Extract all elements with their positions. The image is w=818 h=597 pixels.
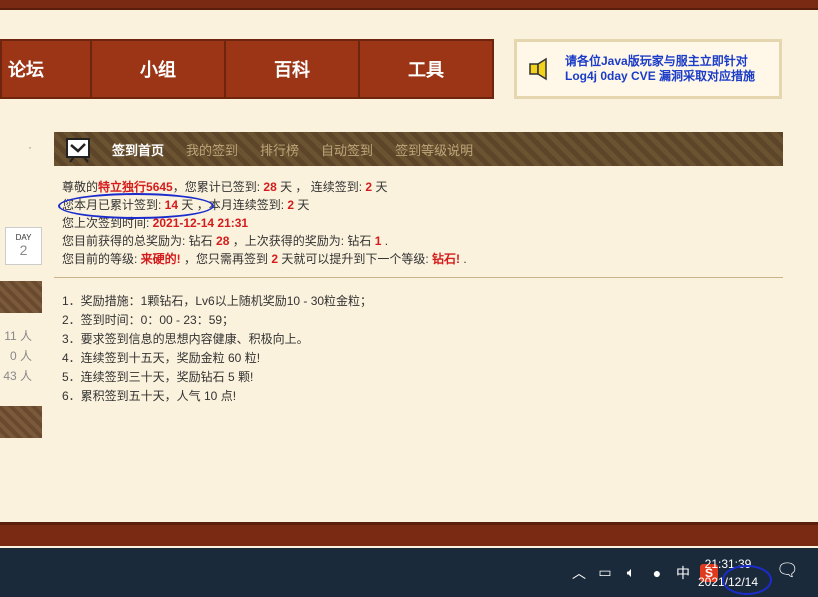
online-stat: 43 人: [3, 369, 32, 383]
rule-item: 5．连续签到三十天，奖励钻石 5 颗!: [62, 370, 254, 384]
rules-list: 1．奖励措施：1颗钻石，Lv6以上随机奖励10 - 30粒金粒； 2．签到时间：…: [54, 278, 783, 406]
ime-indicator[interactable]: 中: [674, 563, 692, 583]
info-line-reward: 您目前获得的总奖励为: 钻石 28 ，上次获得的奖励为: 钻石 1 .: [62, 234, 389, 248]
announcement-text[interactable]: 请各位Java版玩家与服主立即针对Log4j 0day CVE 漏洞采取对应措施: [565, 54, 779, 84]
annotation-circle: [722, 565, 772, 595]
signin-panel: 签到首页 我的签到 排行榜 自动签到 签到等级说明 尊敬的特立独行5645，您累…: [54, 132, 783, 406]
sidebar-texture: [0, 281, 42, 313]
signin-logo-icon: [66, 138, 90, 163]
network-icon[interactable]: ▭: [596, 564, 614, 581]
chevron-up-icon[interactable]: ︿: [570, 563, 588, 583]
qq-icon[interactable]: ●: [648, 565, 666, 581]
online-stat: 0 人: [9, 349, 32, 363]
nav-item-group[interactable]: 小组: [92, 41, 226, 97]
day-badge: DAY 2: [5, 227, 42, 265]
sidebar-texture: [0, 406, 42, 438]
notification-icon[interactable]: 🗨︎: [776, 560, 799, 581]
volume-icon[interactable]: 🔈︎: [622, 564, 640, 581]
day-value: 2: [19, 242, 28, 258]
day-label: DAY: [15, 233, 32, 242]
tab-auto-signin[interactable]: 自动签到: [321, 140, 373, 159]
annotation-circle: [58, 193, 214, 219]
nav-item-forum[interactable]: 论坛: [2, 41, 92, 97]
main-nav: 论坛 小组 百科 工具: [0, 39, 494, 99]
speaker-icon: [529, 57, 547, 81]
bottom-band: [0, 522, 818, 546]
online-stat: 11 人: [4, 329, 32, 343]
rule-item: 2．签到时间：0：00 - 23：59；: [62, 313, 235, 327]
rule-item: 1．奖励措施：1颗钻石，Lv6以上随机奖励10 - 30粒金粒；: [62, 294, 373, 308]
tab-my-signin[interactable]: 我的签到: [186, 140, 238, 159]
username-link[interactable]: 特立独行5645: [98, 180, 173, 194]
info-line-level: 您目前的等级: 来硬的! ，您只需再签到 2 天就可以提升到下一个等级: 钻石!…: [62, 252, 467, 266]
signin-tabbar: 签到首页 我的签到 排行榜 自动签到 签到等级说明: [54, 132, 783, 166]
nav-item-wiki[interactable]: 百科: [226, 41, 360, 97]
sidebar-fragment: ·: [28, 140, 32, 154]
taskbar: ︿ ▭ 🔈︎ ● 中 S 21:31:39 2021/12/14: [0, 548, 818, 597]
tab-signin-home[interactable]: 签到首页: [112, 140, 164, 159]
top-bar: [0, 0, 818, 10]
announcement-banner[interactable]: 请各位Java版玩家与服主立即针对Log4j 0day CVE 漏洞采取对应措施: [514, 39, 782, 99]
nav-item-tools[interactable]: 工具: [360, 41, 492, 97]
tab-ranking[interactable]: 排行榜: [260, 140, 299, 159]
tab-level-info[interactable]: 签到等级说明: [395, 140, 473, 159]
rule-item: 3．要求签到信息的思想内容健康、积极向上。: [62, 332, 309, 346]
rule-item: 4．连续签到十五天，奖励金粒 60 粒!: [62, 351, 261, 365]
rule-item: 6．累积签到五十天，人气 10 点!: [62, 389, 237, 403]
